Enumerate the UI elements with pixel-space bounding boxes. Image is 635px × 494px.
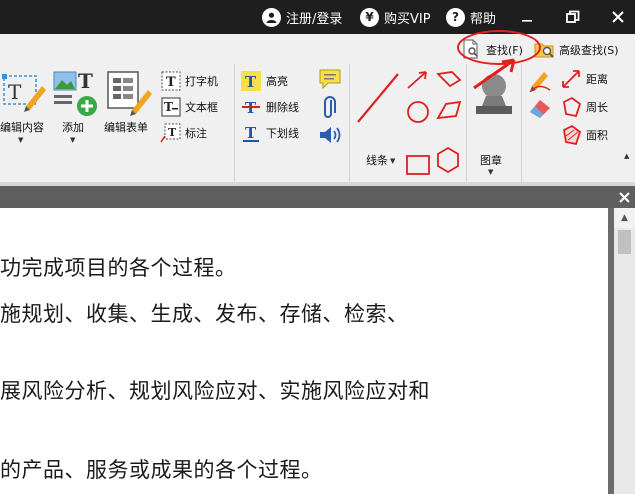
help-icon: ? <box>446 7 465 27</box>
edit-content-button[interactable]: T 编辑内容 ▼ <box>0 64 52 154</box>
lines-label: 线条 <box>366 154 388 167</box>
help-label: 帮助 <box>470 11 497 27</box>
chevron-down-icon: ▼ <box>18 136 24 144</box>
edit-form-button[interactable]: 编辑表单 <box>104 64 158 154</box>
ribbon-divider <box>349 64 350 182</box>
shape-tools-icon[interactable] <box>404 68 468 178</box>
document-tab-bar <box>0 186 635 208</box>
sound-button[interactable] <box>318 124 344 146</box>
svg-text:T: T <box>166 75 176 90</box>
distance-button[interactable]: 距离 <box>560 68 632 90</box>
speaker-icon <box>320 127 341 143</box>
document-page: 功完成项目的各个过程。 施规划、收集、生成、发布、存储、检索、 展风险分析、规划… <box>0 208 608 494</box>
toolbar-ribbon: 查找(F) 高级查找(S) T 编辑内容 ▼ T 添加 ▼ 编辑表单 T 打字机… <box>0 30 635 186</box>
ribbon-divider <box>234 64 235 182</box>
distance-label: 距离 <box>586 73 608 86</box>
document-text-line: 功完成项目的各个过程。 <box>0 256 237 280</box>
textbox-label: 文本框 <box>185 101 218 114</box>
eraser-button[interactable] <box>528 96 554 120</box>
yen-icon: ¥ <box>360 7 379 27</box>
document-text-line: 的产品、服务或成果的各个过程。 <box>0 458 323 482</box>
user-icon <box>262 7 281 27</box>
chevron-down-icon: ▼ <box>390 157 396 165</box>
typewriter-icon: T <box>161 71 181 91</box>
note-icon <box>319 69 341 90</box>
pencil-button[interactable] <box>528 68 554 93</box>
perimeter-label: 周长 <box>586 101 608 114</box>
paperclip-icon <box>324 96 336 118</box>
highlight-icon: T <box>241 71 261 91</box>
perimeter-icon <box>563 96 582 118</box>
strikeout-icon: T <box>242 99 260 117</box>
close-icon <box>612 11 624 23</box>
line-tool-icon <box>357 73 399 123</box>
underline-button[interactable]: T 下划线 <box>240 122 310 144</box>
eraser-icon <box>530 100 550 118</box>
edit-content-label: 编辑内容 <box>0 121 44 134</box>
callout-icon: T <box>160 123 181 143</box>
close-button[interactable] <box>603 0 633 34</box>
scroll-up-button[interactable]: ▲ <box>614 208 635 228</box>
chevron-down-icon: ▼ <box>70 136 76 144</box>
highlight-label: 高亮 <box>266 75 288 88</box>
add-button[interactable]: T 添加 ▼ <box>52 64 102 154</box>
callout-button[interactable]: T 标注 <box>160 122 230 144</box>
scrollbar-thumb[interactable] <box>618 230 631 254</box>
attachment-button[interactable] <box>322 96 342 120</box>
svg-text:T: T <box>8 80 22 104</box>
title-bar: 注册/登录 ¥ 购买VIP ? 帮助 <box>0 0 635 34</box>
restore-button[interactable] <box>558 0 588 34</box>
buy-vip-button[interactable]: ¥ 购买VIP <box>360 0 431 34</box>
close-document-button[interactable] <box>614 186 635 208</box>
svg-text:T: T <box>78 69 93 93</box>
svg-text:T: T <box>164 100 173 114</box>
underline-icon: T <box>243 124 259 142</box>
svg-text:T: T <box>168 126 177 139</box>
edit-form-icon <box>107 71 152 116</box>
textbox-icon: T <box>161 97 181 117</box>
typewriter-label: 打字机 <box>185 75 218 88</box>
textbox-button[interactable]: T 文本框 <box>160 96 230 118</box>
advanced-find-button[interactable]: 高级查找(S) <box>534 37 634 61</box>
strikeout-label: 删除线 <box>266 101 299 114</box>
close-icon <box>619 191 630 203</box>
note-button[interactable] <box>318 68 344 92</box>
pencil-icon <box>529 72 551 93</box>
underline-label: 下划线 <box>266 127 299 140</box>
highlight-button[interactable]: T 高亮 <box>240 70 310 92</box>
document-text-line: 展风险分析、规划风险应对、实施风险应对和 <box>0 379 430 403</box>
ribbon-divider <box>466 64 467 182</box>
area-button[interactable]: 面积 <box>560 124 632 146</box>
vip-label: 购买VIP <box>384 11 431 27</box>
perimeter-button[interactable]: 周长 <box>560 96 632 118</box>
callout-label: 标注 <box>185 127 207 140</box>
document-text-line: 施规划、收集、生成、发布、存储、检索、 <box>0 302 409 326</box>
help-button[interactable]: ? 帮助 <box>446 0 496 34</box>
add-label: 添加 <box>62 121 84 134</box>
chevron-down-icon: ▼ <box>488 168 494 176</box>
login-label: 注册/登录 <box>286 11 343 27</box>
area-label: 面积 <box>586 129 608 142</box>
login-button[interactable]: 注册/登录 <box>262 0 342 34</box>
typewriter-button[interactable]: T 打字机 <box>160 70 230 92</box>
stamp-label: 图章 <box>480 154 502 167</box>
advanced-find-label: 高级查找(S) <box>559 44 619 57</box>
add-image-icon: T <box>53 69 97 116</box>
svg-text:T: T <box>245 124 257 142</box>
red-arrow-annotation <box>473 58 516 90</box>
area-icon <box>563 124 582 146</box>
edit-content-icon: T <box>2 74 46 112</box>
svg-text:T: T <box>245 73 257 91</box>
strikeout-button[interactable]: T 删除线 <box>240 96 310 118</box>
distance-icon <box>562 70 580 88</box>
edit-form-label: 编辑表单 <box>104 121 148 134</box>
lines-button[interactable]: 线条 ▼ <box>352 68 402 167</box>
minimize-button[interactable] <box>512 0 542 34</box>
restore-icon <box>566 10 580 23</box>
minimize-icon <box>522 20 532 22</box>
ribbon-collapse-icon[interactable]: ▲ <box>624 152 629 160</box>
